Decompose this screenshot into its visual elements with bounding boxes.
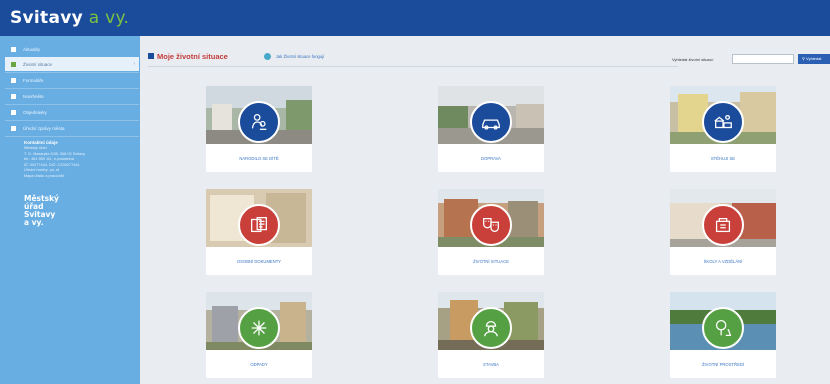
sidebar-item-orders[interactable]: Objednávky [5, 105, 139, 119]
card-transport[interactable]: DOPRAVA [438, 86, 544, 172]
sidebar-item-label: Aktuality [23, 46, 41, 52]
contact-line[interactable]: Mapa úřadu a pracovišť [24, 174, 134, 180]
sidebar-item-city-news[interactable]: Úřední zprávy města [5, 121, 139, 135]
header-divider [148, 66, 678, 67]
sidebar-item-forms[interactable]: Formuláře [5, 73, 139, 87]
card-label: ŽIVOTNÍ PROSTŘEDÍ [701, 362, 745, 367]
office-line: a vy. [24, 218, 44, 227]
page-title: Moje životní situace [157, 51, 228, 61]
moving-icon [702, 101, 744, 143]
card-label: DOPRAVA [481, 156, 501, 161]
documents-icon [238, 204, 280, 246]
card-culture[interactable]: ŽIVOTNÍ SITUACE [438, 189, 544, 275]
theatre-icon [470, 204, 512, 246]
office-name: Městský úřad Svitavy a vy. [24, 195, 59, 227]
site-logo[interactable]: Svitavy a vy. [10, 8, 129, 28]
life-situation-icon [11, 61, 16, 67]
card-school[interactable]: ŠKOLY A VZDĚLÁNÍ [670, 189, 776, 275]
news-icon [11, 125, 16, 131]
sidebar: Aktuality Životní situace › Formuláře Na… [0, 36, 140, 384]
builder-icon [470, 307, 512, 349]
card-waste[interactable]: ODPADY [206, 292, 312, 378]
search-button[interactable]: ⚲ Vyhledat [798, 54, 830, 64]
divider [5, 136, 139, 137]
card-birth[interactable]: NARODILO SE DÍTĚ [206, 86, 312, 172]
info-icon[interactable] [263, 52, 271, 60]
home-icon [11, 46, 16, 52]
search-input[interactable] [732, 54, 794, 64]
recycle-icon [238, 307, 280, 349]
sidebar-item-suggest[interactable]: Navrhněte [5, 89, 139, 103]
card-construction[interactable]: STAVBA [438, 292, 544, 378]
form-icon [11, 77, 16, 83]
search-button-label: Vyhledat [806, 56, 822, 61]
title-marker-icon [148, 53, 154, 59]
baby-icon [238, 101, 280, 143]
car-icon [470, 101, 512, 143]
card-label: OSOBNÍ DOKUMENTY [236, 259, 282, 264]
sidebar-item-label: Formuláře [23, 77, 44, 83]
tree-icon [702, 307, 744, 349]
help-link[interactable]: Jak Životní situace fungují [276, 54, 324, 59]
sidebar-item-news[interactable]: Aktuality [5, 42, 139, 56]
card-documents[interactable]: OSOBNÍ DOKUMENTY [206, 189, 312, 275]
page-header: Moje životní situace Jak Životní situace… [148, 49, 324, 63]
sidebar-item-life-situations[interactable]: Životní situace › [5, 57, 139, 71]
card-label: ODPADY [250, 362, 268, 367]
chevron-right-icon: › [133, 61, 135, 67]
card-environment[interactable]: ŽIVOTNÍ PROSTŘEDÍ [670, 292, 776, 378]
order-icon [11, 109, 16, 115]
suggest-icon [11, 93, 16, 99]
card-label: NARODILO SE DÍTĚ [239, 156, 279, 161]
sidebar-item-label: Úřední zprávy města [23, 125, 65, 131]
card-moving[interactable]: STĚHUJI SE [670, 86, 776, 172]
sidebar-item-label: Navrhněte [23, 93, 44, 99]
logo-accent: a vy. [83, 8, 130, 28]
card-label: ŽIVOTNÍ SITUACE [473, 259, 509, 264]
sidebar-item-label: Objednávky [23, 109, 47, 115]
card-label: ŠKOLY A VZDĚLÁNÍ [703, 259, 743, 264]
card-label: STAVBA [483, 362, 499, 367]
sidebar-item-label: Životní situace [23, 61, 53, 67]
top-bar: Svitavy a vy. [0, 0, 830, 36]
school-icon [702, 204, 744, 246]
card-label: STĚHUJI SE [710, 156, 736, 161]
contact-info: Kontaktní údaje Městský úřad T. G. Masar… [24, 140, 134, 179]
logo-text: Svitavy [10, 8, 84, 28]
search-label: Vyhledat životní situaci: [672, 57, 714, 62]
